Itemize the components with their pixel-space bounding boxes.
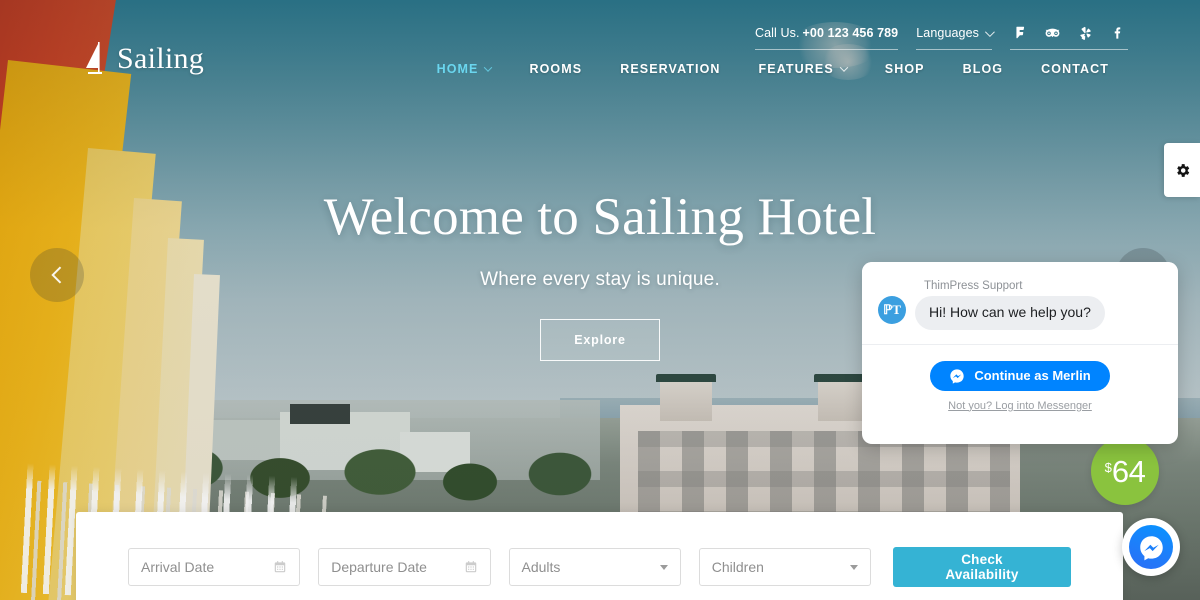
carousel-prev-button[interactable] bbox=[30, 248, 84, 302]
nav-label: RESERVATION bbox=[620, 62, 721, 76]
chevron-down-icon bbox=[484, 63, 493, 72]
messenger-chat-card: ThimPress Support ℙT Hi! How can we help… bbox=[862, 262, 1178, 444]
continue-button-label: Continue as Merlin bbox=[974, 368, 1091, 383]
nav-item-reservation[interactable]: RESERVATION bbox=[601, 62, 739, 76]
chevron-left-icon bbox=[51, 266, 69, 284]
yelp-icon[interactable] bbox=[1078, 25, 1093, 41]
sailboat-icon bbox=[82, 40, 108, 78]
nav-label: HOME bbox=[436, 62, 479, 76]
caret-down-icon bbox=[850, 564, 858, 570]
calendar-icon bbox=[273, 560, 287, 574]
main-navigation: HOME ROOMS RESERVATION FEATURES SHOP BLO… bbox=[418, 62, 1128, 76]
tripadvisor-icon[interactable] bbox=[1045, 25, 1060, 41]
not-you-login-link[interactable]: Not you? Log into Messenger bbox=[878, 400, 1162, 412]
chevron-down-icon bbox=[984, 26, 995, 37]
price-badge: $ 64 bbox=[1091, 437, 1159, 505]
booking-form: Arrival Date Departure Date Adults Child… bbox=[76, 512, 1123, 600]
continue-as-user-button[interactable]: Continue as Merlin bbox=[930, 360, 1110, 391]
departure-date-placeholder: Departure Date bbox=[331, 559, 427, 575]
calendar-icon bbox=[464, 560, 478, 574]
nav-item-rooms[interactable]: ROOMS bbox=[510, 62, 601, 76]
settings-tab-button[interactable] bbox=[1164, 143, 1200, 197]
nav-label: BLOG bbox=[962, 62, 1004, 76]
price-amount: 64 bbox=[1111, 453, 1146, 489]
nav-item-features[interactable]: FEATURES bbox=[740, 62, 866, 76]
messenger-launcher-button[interactable] bbox=[1122, 518, 1180, 576]
page-root: Call Us. +00 123 456 789 Languages Saili… bbox=[0, 0, 1200, 600]
departure-date-input[interactable]: Departure Date bbox=[318, 548, 491, 586]
chat-login-area: Continue as Merlin Not you? Log into Mes… bbox=[862, 344, 1178, 426]
adults-placeholder: Adults bbox=[521, 559, 561, 575]
hero-title: Welcome to Sailing Hotel bbox=[323, 188, 877, 246]
nav-label: SHOP bbox=[884, 62, 925, 76]
arrival-date-placeholder: Arrival Date bbox=[141, 559, 215, 575]
chevron-down-icon bbox=[839, 63, 849, 72]
children-select[interactable]: Children bbox=[698, 548, 871, 586]
caret-down-icon bbox=[659, 564, 668, 570]
explore-button[interactable]: Explore bbox=[540, 319, 660, 362]
site-logo[interactable]: Sailing bbox=[82, 40, 204, 78]
nav-item-home[interactable]: HOME bbox=[418, 62, 511, 76]
nav-label: ROOMS bbox=[529, 62, 583, 76]
chat-message-bubble: Hi! How can we help you? bbox=[915, 296, 1105, 330]
thimpress-avatar-icon: ℙT bbox=[878, 296, 906, 324]
chat-message-area: ThimPress Support ℙT Hi! How can we help… bbox=[862, 262, 1178, 345]
nav-label: CONTACT bbox=[1041, 62, 1109, 76]
nav-item-shop[interactable]: SHOP bbox=[866, 62, 944, 76]
messenger-icon bbox=[1129, 525, 1173, 569]
arrival-date-input[interactable]: Arrival Date bbox=[128, 548, 301, 586]
foursquare-icon[interactable] bbox=[1012, 25, 1027, 41]
nav-item-contact[interactable]: CONTACT bbox=[1022, 62, 1128, 76]
facebook-icon[interactable] bbox=[1111, 25, 1126, 41]
price-currency: $ bbox=[1104, 459, 1112, 475]
chat-sender-name: ThimPress Support bbox=[924, 280, 1023, 292]
messenger-icon bbox=[950, 368, 965, 384]
nav-item-blog[interactable]: BLOG bbox=[944, 62, 1023, 76]
languages-label: Languages bbox=[916, 26, 979, 40]
nav-label: FEATURES bbox=[758, 62, 834, 76]
social-links bbox=[1010, 24, 1128, 50]
children-placeholder: Children bbox=[711, 559, 764, 575]
gear-icon bbox=[1176, 163, 1189, 177]
call-us-block: Call Us. +00 123 456 789 bbox=[754, 24, 899, 50]
logo-text: Sailing bbox=[117, 42, 205, 75]
call-us-label: Call Us. bbox=[754, 26, 800, 40]
check-availability-button[interactable]: Check Availability bbox=[893, 547, 1071, 587]
languages-selector[interactable]: Languages bbox=[916, 24, 995, 50]
call-us-number[interactable]: +00 123 456 789 bbox=[803, 26, 899, 40]
adults-select[interactable]: Adults bbox=[508, 548, 681, 586]
